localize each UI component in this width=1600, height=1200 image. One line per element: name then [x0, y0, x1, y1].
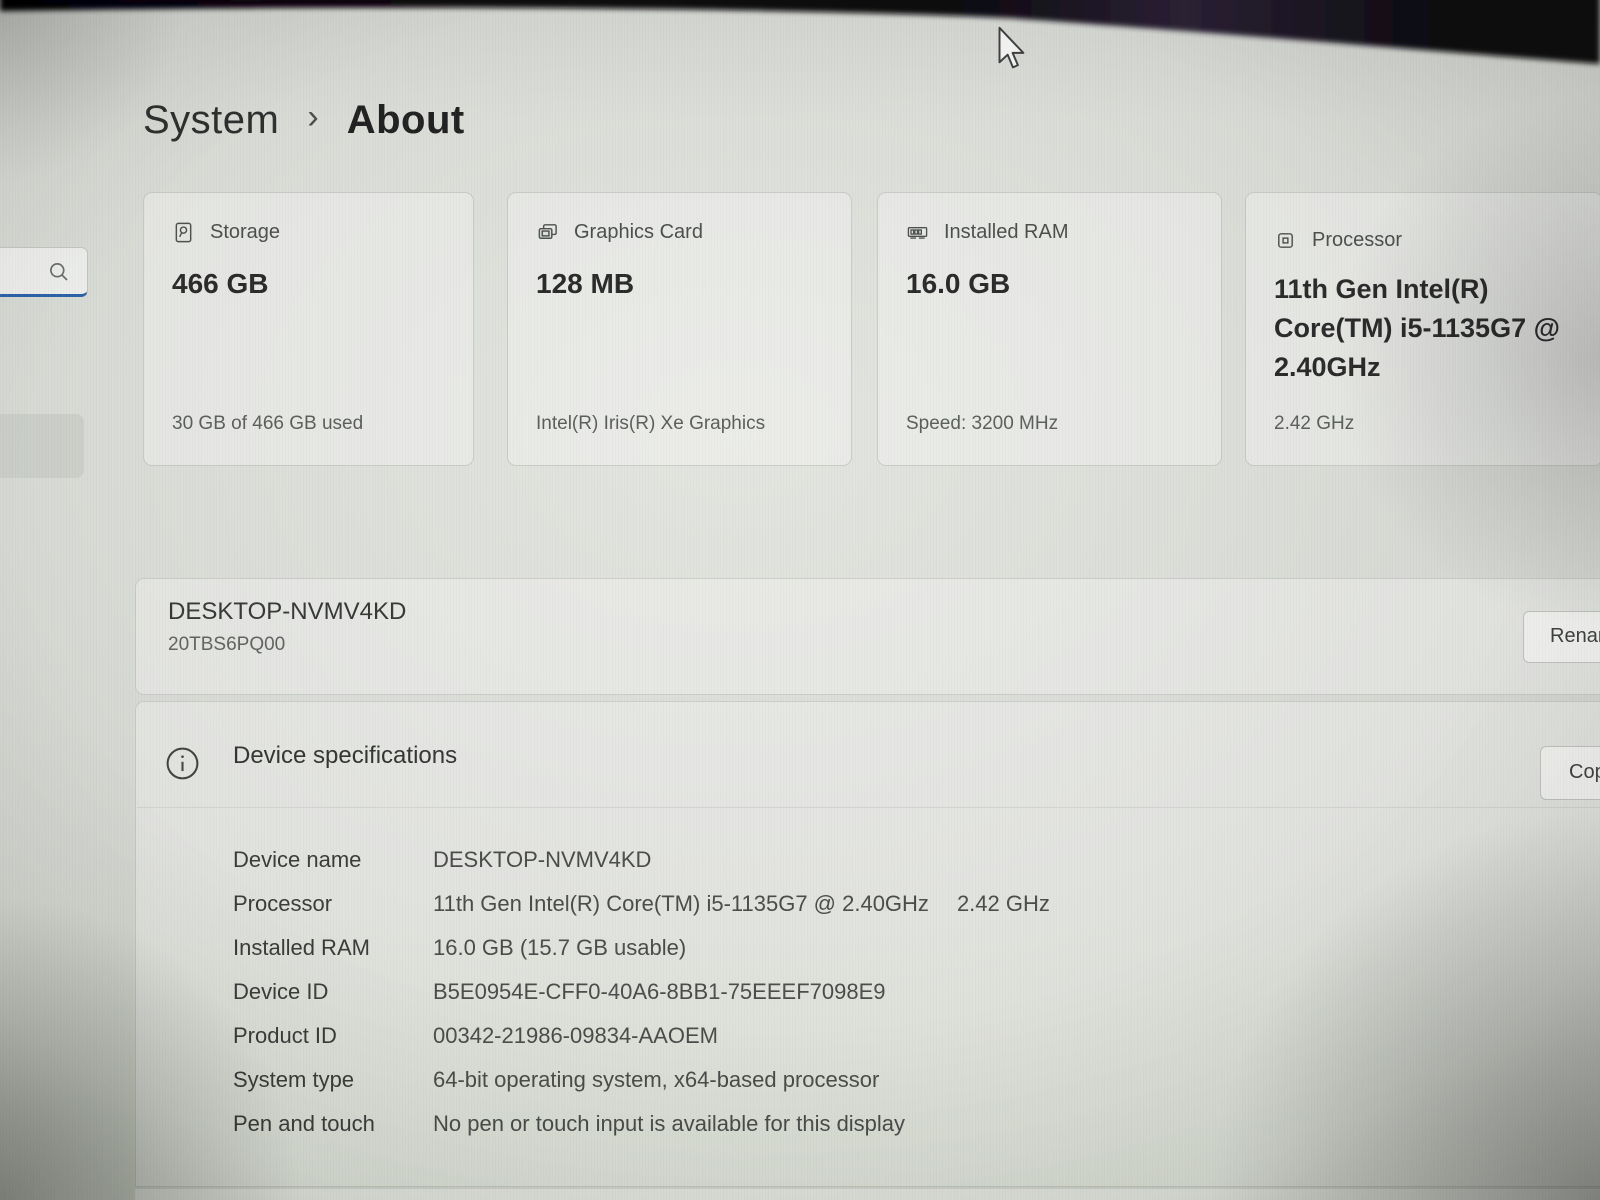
storage-value: 466 GB	[172, 268, 447, 300]
device-model: 20TBS6PQ00	[168, 634, 1600, 656]
storage-detail: 30 GB of 466 GB used	[172, 413, 447, 435]
search-input[interactable]	[0, 247, 88, 297]
photographed-monitor: System › About Storage 466 GB 30 GB of 4…	[0, 0, 1600, 1200]
spec-value: 11th Gen Intel(R) Core(TM) i5-1135G7 @ 2…	[433, 891, 929, 917]
processor-detail: 2.42 GHz	[1274, 413, 1576, 435]
spec-label: Device ID	[233, 979, 433, 1005]
card-label: Storage	[210, 221, 280, 244]
breadcrumb-about: About	[347, 98, 465, 143]
spec-row-product-id: Product ID 00342-21986-09834-AAOEM	[233, 1014, 1050, 1058]
spec-label: Pen and touch	[233, 1111, 433, 1137]
ram-icon	[906, 221, 929, 244]
device-specifications-panel: Device specifications Device name DESKTO…	[135, 701, 1600, 1187]
spec-label: Product ID	[233, 1023, 433, 1049]
spec-rows: Device name DESKTOP-NVMV4KD Processor 11…	[233, 838, 1050, 1146]
graphics-detail: Intel(R) Iris(R) Xe Graphics	[536, 413, 825, 435]
graphics-card-icon	[536, 221, 559, 244]
spec-label: Processor	[233, 891, 433, 917]
installed-ram-card: Installed RAM 16.0 GB Speed: 3200 MHz	[877, 192, 1222, 466]
breadcrumb-system[interactable]: System	[143, 98, 279, 143]
spec-row-system-type: System type 64-bit operating system, x64…	[233, 1058, 1050, 1102]
device-name-panel: DESKTOP-NVMV4KD 20TBS6PQ00	[135, 578, 1600, 695]
spec-value: 16.0 GB (15.7 GB usable)	[433, 935, 686, 961]
spec-value: DESKTOP-NVMV4KD	[433, 847, 651, 873]
search-icon	[47, 260, 71, 284]
processor-card: Processor 11th Gen Intel(R) Core(TM) i5-…	[1245, 192, 1600, 466]
card-label: Graphics Card	[574, 221, 703, 244]
spec-value: No pen or touch input is available for t…	[433, 1111, 905, 1137]
graphics-card-card: Graphics Card 128 MB Intel(R) Iris(R) Xe…	[507, 192, 852, 466]
spec-row-device-id: Device ID B5E0954E-CFF0-40A6-8BB1-75EEEF…	[233, 970, 1050, 1014]
ram-detail: Speed: 3200 MHz	[906, 413, 1195, 435]
spec-row-processor: Processor 11th Gen Intel(R) Core(TM) i5-…	[233, 882, 1050, 926]
spec-value-extra: 2.42 GHz	[957, 891, 1050, 917]
device-specifications-expander[interactable]: Device specifications	[136, 702, 1600, 807]
card-label: Installed RAM	[944, 221, 1069, 244]
processor-value: 11th Gen Intel(R) Core(TM) i5-1135G7 @ 2…	[1274, 270, 1576, 387]
spec-value: 00342-21986-09834-AAOEM	[433, 1023, 718, 1049]
sidebar-item-selected[interactable]	[0, 414, 84, 478]
card-label: Processor	[1312, 229, 1402, 252]
spec-row-installed-ram: Installed RAM 16.0 GB (15.7 GB usable)	[233, 926, 1050, 970]
breadcrumb: System › About	[143, 98, 465, 143]
chevron-right-icon: ›	[307, 98, 318, 143]
spec-value: 64-bit operating system, x64-based proce…	[433, 1067, 879, 1093]
graphics-value: 128 MB	[536, 268, 825, 300]
rename-pc-button[interactable]: Rename this PC	[1523, 611, 1600, 663]
copy-button[interactable]: Copy	[1540, 746, 1600, 800]
spec-value: B5E0954E-CFF0-40A6-8BB1-75EEEF7098E9	[433, 979, 885, 1005]
device-name: DESKTOP-NVMV4KD	[168, 598, 1600, 626]
section-title: Device specifications	[233, 742, 457, 770]
divider	[137, 807, 1600, 808]
spec-label: Installed RAM	[233, 935, 433, 961]
next-section-edge	[135, 1188, 1600, 1200]
storage-icon	[172, 221, 195, 244]
spec-row-device-name: Device name DESKTOP-NVMV4KD	[233, 838, 1050, 882]
spec-label: System type	[233, 1067, 433, 1093]
ram-value: 16.0 GB	[906, 268, 1195, 300]
processor-icon	[1274, 229, 1297, 252]
storage-card: Storage 466 GB 30 GB of 466 GB used	[143, 192, 474, 466]
info-icon	[165, 746, 200, 781]
spec-label: Device name	[233, 847, 433, 873]
settings-about-page: System › About Storage 466 GB 30 GB of 4…	[0, 0, 1600, 1200]
spec-row-pen-and-touch: Pen and touch No pen or touch input is a…	[233, 1102, 1050, 1146]
